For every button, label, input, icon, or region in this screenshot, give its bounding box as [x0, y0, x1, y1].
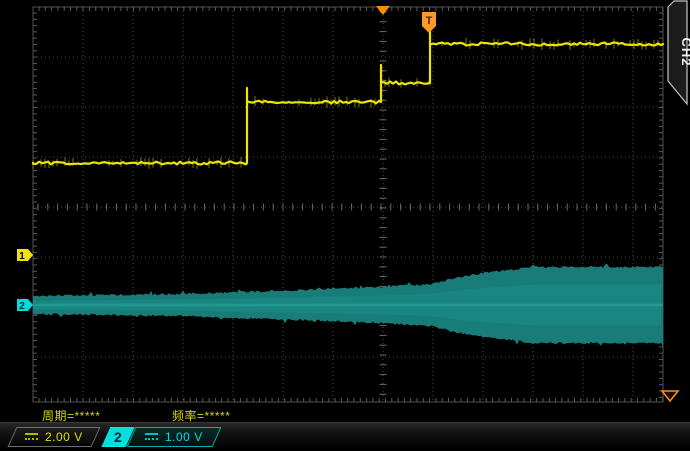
ch2-scale-value: 1.00 V: [165, 430, 203, 444]
ch2-waveform-trace: [33, 264, 663, 347]
ch2-status-block[interactable]: 1.00 V: [127, 427, 222, 447]
status-bar: 2.00 V 2 1.00 V: [0, 422, 690, 451]
offscreen-trigger-arrow: [662, 391, 678, 401]
ch2-dc-coupling-icon: [145, 433, 158, 441]
ch1-dc-coupling-icon: [25, 433, 38, 441]
ch2-badge-label: 2: [114, 429, 122, 445]
ch1-ref-marker[interactable]: 1: [17, 249, 33, 262]
scope-screen: 1 2 T CH2: [0, 0, 690, 422]
trigger-position-marker[interactable]: [376, 6, 390, 15]
ch2-tab-label: CH2: [679, 37, 690, 66]
trigger-level-flag[interactable]: T: [422, 12, 436, 33]
ch1-waveform-trace: [33, 28, 663, 169]
ch2-menu-tab[interactable]: CH2: [668, 1, 690, 104]
ch2-ref-label: 2: [19, 301, 25, 312]
ch1-scale-value: 2.00 V: [45, 430, 83, 444]
ch2-ref-marker[interactable]: 2: [17, 299, 33, 312]
trigger-flag-label: T: [426, 15, 433, 27]
ch1-ref-label: 1: [19, 251, 25, 262]
ch1-status-block[interactable]: 2.00 V: [8, 427, 101, 447]
